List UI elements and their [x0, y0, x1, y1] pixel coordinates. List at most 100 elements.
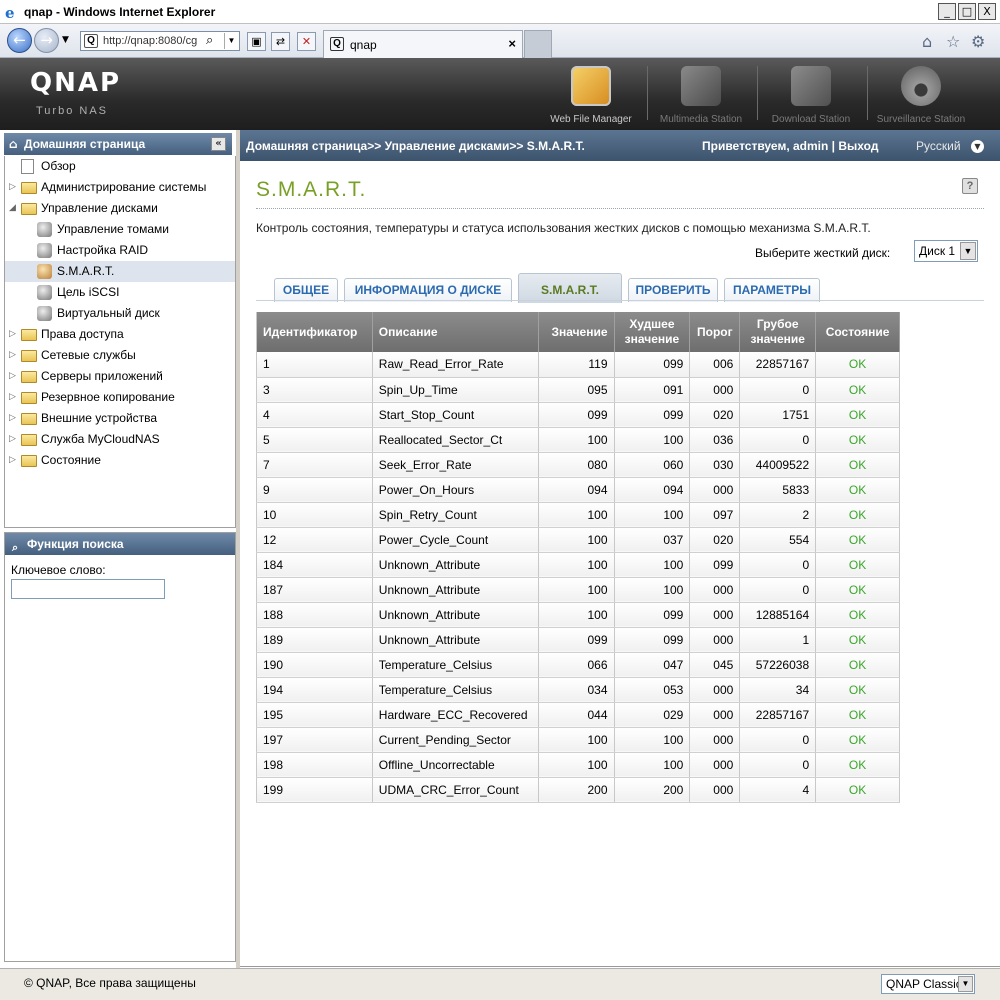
tree-item-system-admin[interactable]: ▷ Администрирование системы [5, 177, 235, 198]
cell-id: 189 [256, 627, 373, 653]
page-icon [21, 159, 34, 174]
tree-item-smart[interactable]: S.M.A.R.T. [5, 261, 235, 282]
browser-tab-qnap[interactable]: Q qnap × [323, 30, 523, 58]
cell-value: 094 [538, 477, 615, 503]
maximize-button[interactable]: □ [958, 3, 976, 20]
expand-arrow-icon[interactable]: ▷ [9, 387, 16, 408]
home-icon[interactable]: ⌂ [922, 32, 932, 51]
search-icon[interactable]: ⌕ [206, 33, 213, 48]
favorites-star-icon[interactable]: ☆ [946, 32, 960, 51]
tab-disk-info[interactable]: ИНФОРМАЦИЯ О ДИСКЕ [344, 278, 512, 302]
minimize-button[interactable]: _ [938, 3, 956, 20]
keyword-input[interactable] [11, 579, 165, 599]
tab-smart[interactable]: S.M.A.R.T. [518, 273, 622, 303]
expand-arrow-icon[interactable]: ▷ [9, 450, 16, 471]
col-header-threshold: Порог [689, 312, 741, 352]
cell-value: 100 [538, 527, 615, 553]
disk-select[interactable]: Диск 1 ▼ [914, 240, 978, 262]
collapse-arrow-icon[interactable]: ◢ [9, 198, 16, 219]
footer-bar: © QNAP, Все права защищены QNAP Classic … [0, 968, 1000, 1000]
address-url[interactable]: http://qnap:8080/cg [103, 35, 203, 47]
language-selector[interactable]: Русский [916, 139, 961, 153]
new-tab-button[interactable] [524, 30, 552, 58]
tree-item-label: Управление томами [57, 222, 169, 236]
tree-item-mycloudnas[interactable]: ▷ Служба MyCloudNAS [5, 429, 235, 450]
cell-raw: 22857167 [739, 702, 817, 728]
tree-item-access-rights[interactable]: ▷ Права доступа [5, 324, 235, 345]
tree-item-virtual-disk[interactable]: Виртуальный диск [5, 303, 235, 324]
language-dropdown-icon[interactable]: ▼ [971, 140, 984, 153]
expand-arrow-icon[interactable]: ▷ [9, 429, 16, 450]
cell-worst: 099 [614, 602, 691, 628]
theme-select[interactable]: QNAP Classic ▼ [881, 974, 975, 994]
expand-arrow-icon[interactable]: ▷ [9, 345, 16, 366]
help-icon[interactable]: ? [962, 178, 978, 194]
tree-item-raid-settings[interactable]: Настройка RAID [5, 240, 235, 261]
cell-threshold: 045 [689, 652, 741, 678]
chevron-down-icon[interactable]: ▼ [960, 242, 976, 260]
tree-item-disk-management[interactable]: ◢ Управление дисками [5, 198, 235, 219]
tree-item-volume-management[interactable]: Управление томами [5, 219, 235, 240]
app-label: Multimedia Station [659, 114, 743, 125]
cell-worst: 029 [614, 702, 691, 728]
tab-bar: ОБЩЕЕ ИНФОРМАЦИЯ О ДИСКЕ S.M.A.R.T. ПРОВ… [274, 273, 986, 303]
tree-item-iscsi-target[interactable]: Цель iSCSI [5, 282, 235, 303]
stop-icon[interactable]: ✕ [297, 32, 316, 51]
cell-id: 9 [256, 477, 373, 503]
cell-worst: 099 [614, 352, 691, 378]
web-file-manager-button[interactable]: Web File Manager [538, 64, 644, 126]
compatibility-view-icon[interactable]: ▣ [247, 32, 266, 51]
cell-id: 190 [256, 652, 373, 678]
cell-id: 188 [256, 602, 373, 628]
table-row: 3 Spin_Up_Time 095 091 000 0 OK [256, 377, 900, 403]
cell-status: OK [815, 427, 900, 453]
tree-item-backup[interactable]: ▷ Резервное копирование [5, 387, 235, 408]
refresh-icon[interactable]: ⇄ [271, 32, 290, 51]
qnap-logo: QNAP [30, 68, 122, 98]
cell-id: 184 [256, 552, 373, 578]
tab-test[interactable]: ПРОВЕРИТЬ [628, 278, 718, 302]
expand-arrow-icon[interactable]: ▷ [9, 366, 16, 387]
collapse-sidebar-button[interactable]: « [211, 137, 226, 151]
browser-toolbar: ← → ▼ Q http://qnap:8080/cg ⌕ ▼ ▣ ⇄ ✕ Q … [0, 24, 1000, 58]
cell-description: UDMA_CRC_Error_Count [372, 777, 539, 803]
tab-general[interactable]: ОБЩЕЕ [274, 278, 338, 302]
tree-item-status[interactable]: ▷ Состояние [5, 450, 235, 471]
cell-worst: 100 [614, 577, 691, 603]
tree-item-application-servers[interactable]: ▷ Серверы приложений [5, 366, 235, 387]
expand-arrow-icon[interactable]: ▷ [9, 408, 16, 429]
surveillance-station-button[interactable]: Surveillance Station [868, 64, 974, 126]
forward-button[interactable]: → [34, 28, 59, 53]
tab-settings[interactable]: ПАРАМЕТРЫ [724, 278, 820, 302]
cell-threshold: 000 [689, 602, 741, 628]
history-dropdown-icon[interactable]: ▼ [62, 35, 69, 45]
search-panel-header: ⌕ Функция поиска [5, 533, 235, 555]
gear-icon[interactable]: ⚙ [971, 32, 985, 51]
cell-threshold: 036 [689, 427, 741, 453]
cell-value: 034 [538, 677, 615, 703]
tab-close-icon[interactable]: × [508, 36, 516, 51]
address-bar[interactable]: Q http://qnap:8080/cg ⌕ ▼ [80, 31, 240, 51]
cell-value: 100 [538, 427, 615, 453]
close-window-button[interactable]: X [978, 3, 996, 20]
welcome-logout[interactable]: Приветствуем, admin | Выход [702, 139, 878, 153]
cell-worst: 200 [614, 777, 691, 803]
expand-arrow-icon[interactable]: ▷ [9, 324, 16, 345]
cell-raw: 5833 [739, 477, 817, 503]
chevron-down-icon[interactable]: ▼ [958, 976, 973, 992]
raid-icon [37, 243, 52, 258]
back-button[interactable]: ← [7, 28, 32, 53]
tree-item-overview[interactable]: Обзор [5, 156, 235, 177]
expand-arrow-icon[interactable]: ▷ [9, 177, 16, 198]
table-row: 10 Spin_Retry_Count 100 100 097 2 OK [256, 502, 900, 528]
address-dropdown-icon[interactable]: ▼ [224, 33, 238, 49]
cell-id: 197 [256, 727, 373, 753]
cell-raw: 22857167 [739, 352, 817, 378]
cell-threshold: 000 [689, 702, 741, 728]
multimedia-station-button[interactable]: Multimedia Station [648, 64, 754, 126]
download-station-button[interactable]: Download Station [758, 64, 864, 126]
tree-item-network-services[interactable]: ▷ Сетевые службы [5, 345, 235, 366]
breadcrumb[interactable]: Домашняя страница>> Управление дисками>>… [246, 139, 585, 153]
table-row: 198 Offline_Uncorrectable 100 100 000 0 OK [256, 752, 900, 778]
tree-item-external-devices[interactable]: ▷ Внешние устройства [5, 408, 235, 429]
